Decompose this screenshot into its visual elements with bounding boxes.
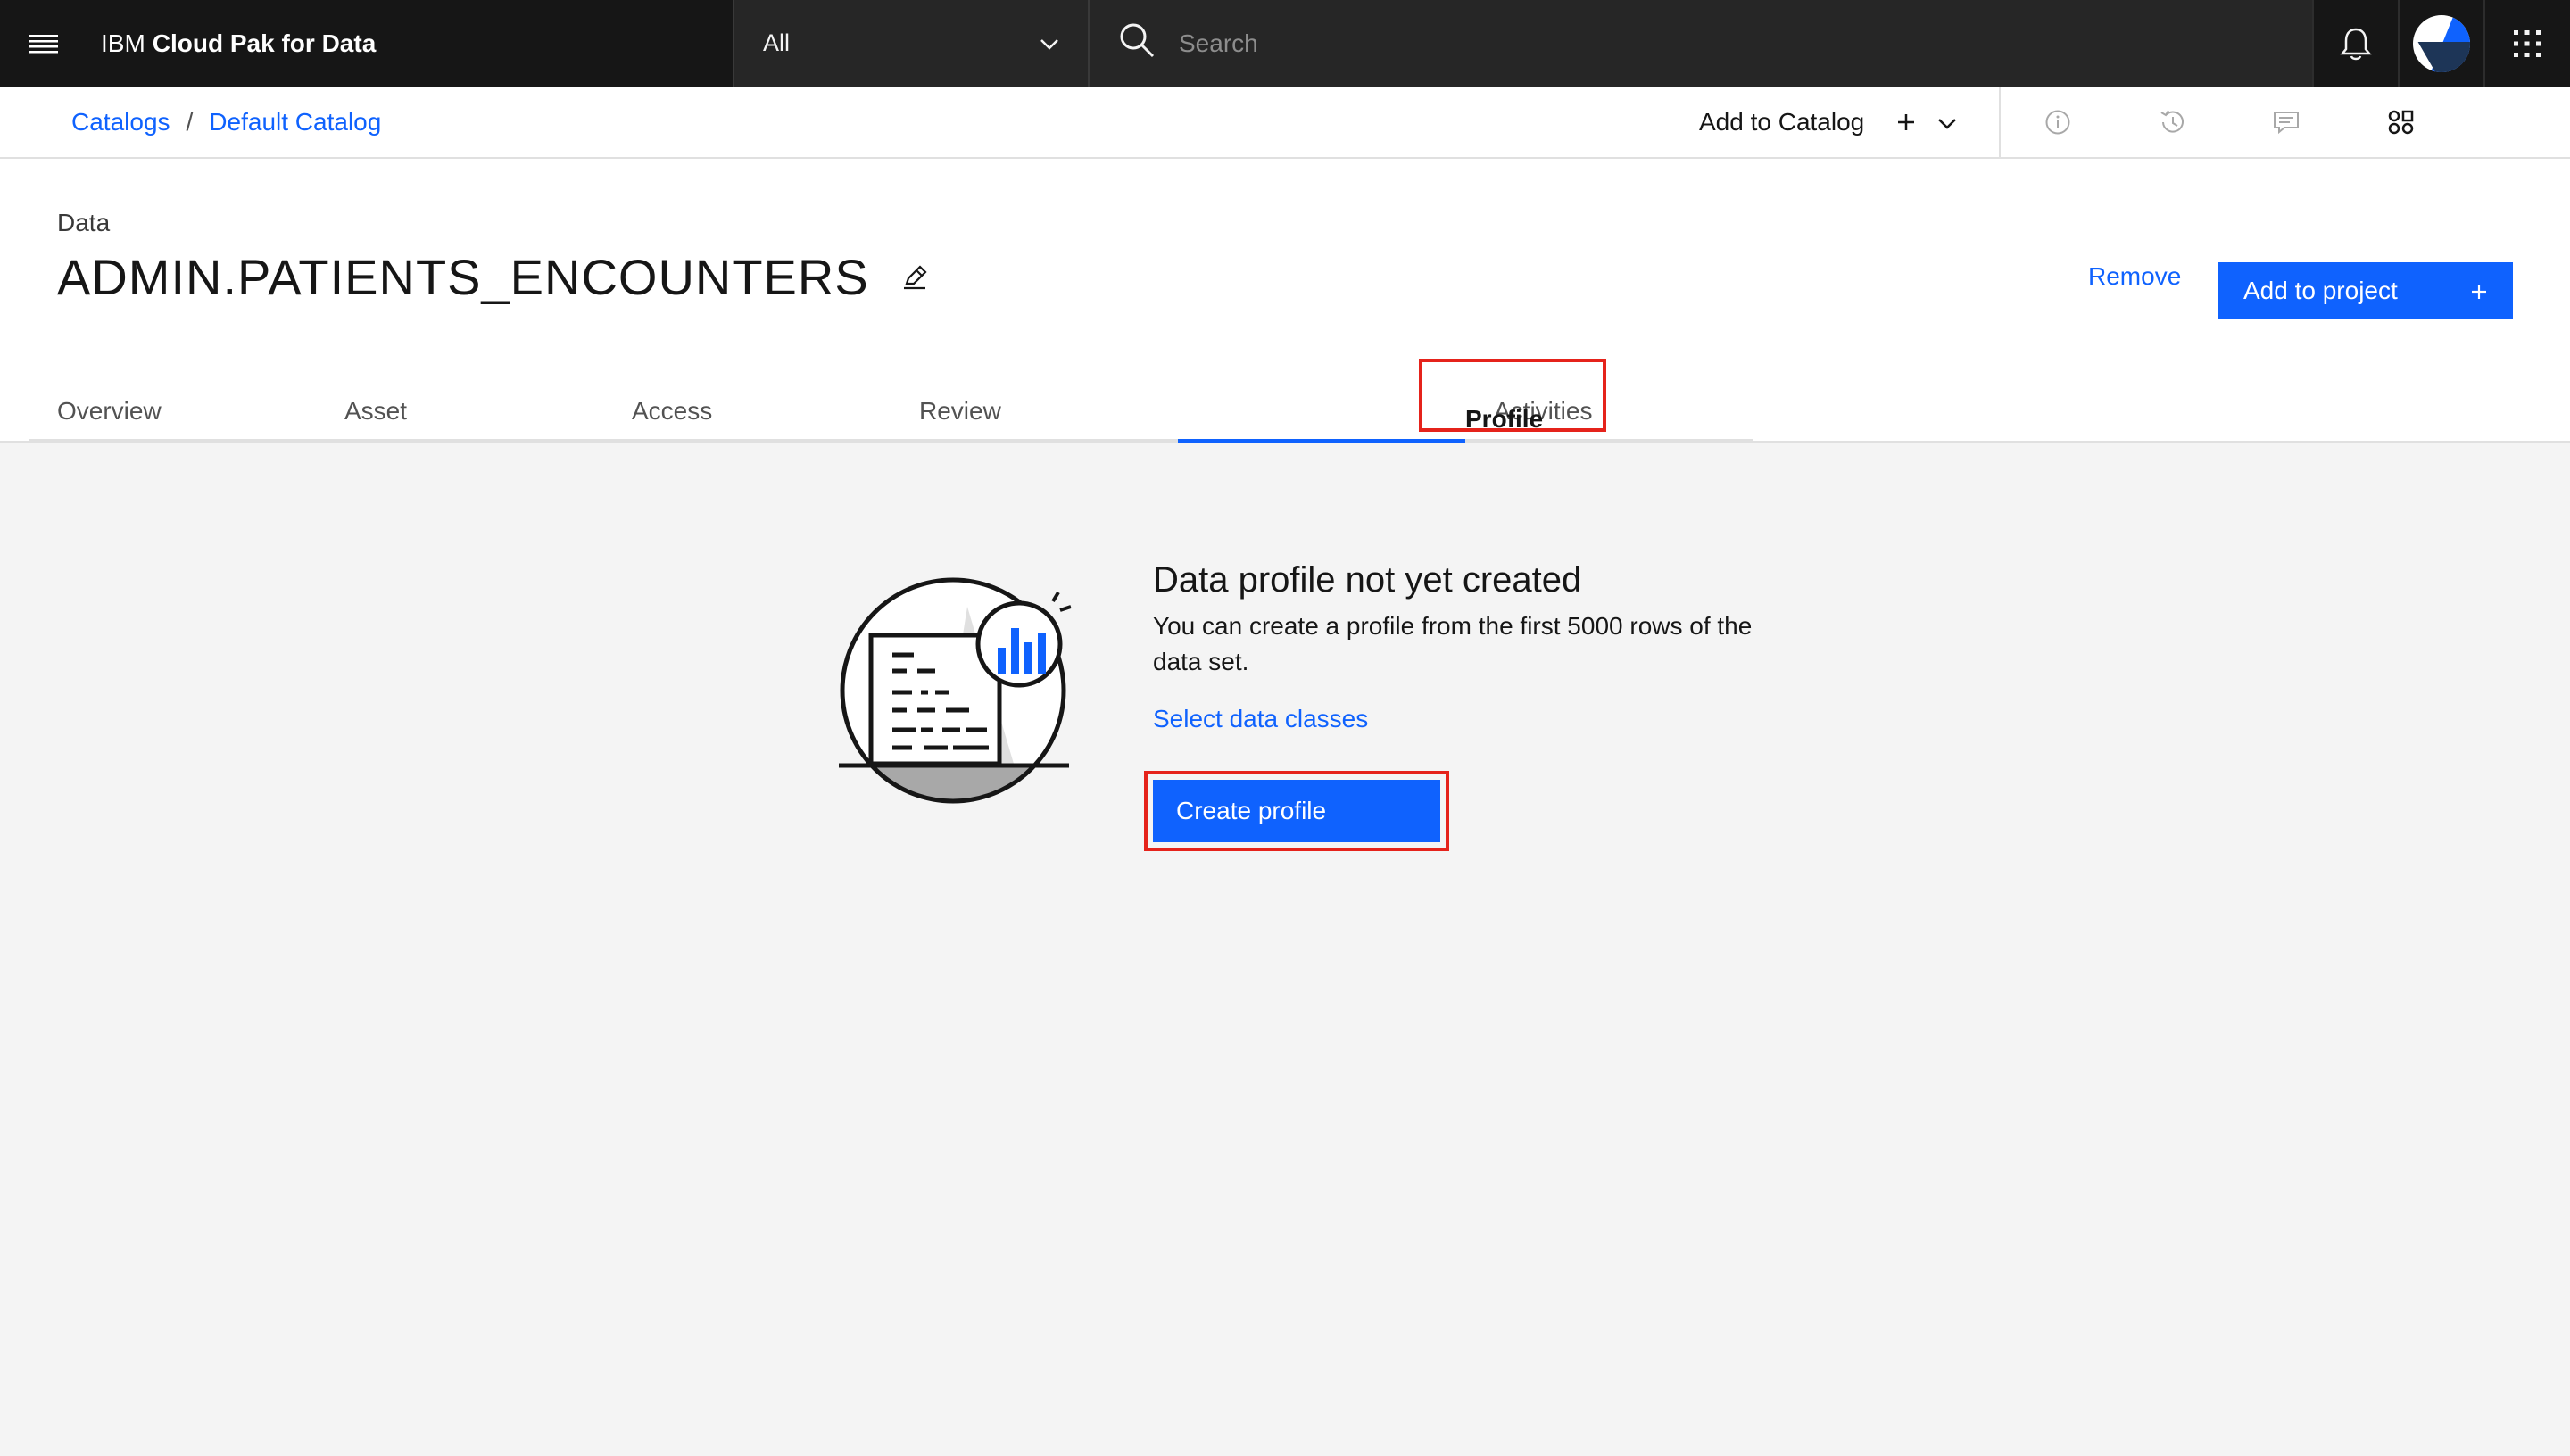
history-icon[interactable] — [2151, 101, 2193, 144]
brand-name: Cloud Pak for Data — [152, 29, 377, 57]
comment-icon[interactable] — [2265, 101, 2308, 144]
search-scope-dropdown[interactable]: All — [733, 0, 1090, 87]
select-data-classes-link[interactable]: Select data classes — [1153, 705, 1368, 733]
add-to-catalog-label: Add to Catalog — [1699, 108, 1865, 136]
tab-label: Asset — [344, 397, 408, 425]
create-profile-button[interactable]: Create profile — [1153, 780, 1440, 842]
empty-state-title: Data profile not yet created — [1153, 560, 1582, 600]
chevron-down-icon — [1937, 108, 1957, 136]
search-scope-value: All — [763, 29, 791, 56]
page-title: ADMIN.PATIENTS_ENCOUNTERS — [57, 248, 928, 306]
add-to-project-button[interactable]: Add to project — [2218, 262, 2513, 319]
add-icon — [2470, 275, 2488, 308]
avatar — [2413, 14, 2470, 72]
manage-icon[interactable] — [2379, 101, 2422, 144]
breadcrumb-separator: / — [186, 108, 194, 136]
empty-state-description: You can create a profile from the first … — [1153, 612, 1753, 675]
breadcrumb-item-default-catalog[interactable]: Default Catalog — [209, 108, 381, 136]
create-profile-label: Create profile — [1176, 797, 1327, 824]
tab-label: Access — [632, 397, 713, 425]
remove-button[interactable]: Remove — [2088, 262, 2181, 291]
asset-title-text: ADMIN.PATIENTS_ENCOUNTERS — [57, 249, 869, 305]
divider — [1999, 87, 2001, 158]
tab-label: Overview — [57, 397, 162, 425]
tab-review[interactable]: Review — [891, 387, 1178, 443]
sub-header: Catalogs / Default Catalog Add to Catalo… — [0, 87, 2570, 159]
search-icon — [1118, 21, 1156, 65]
asset-header: Data ADMIN.PATIENTS_ENCOUNTERS Remove Ad… — [0, 159, 2570, 443]
tab-asset[interactable]: Asset — [316, 387, 603, 443]
search-input[interactable]: Search — [1179, 29, 1258, 58]
breadcrumb-item-catalogs[interactable]: Catalogs — [71, 108, 170, 136]
edit-icon[interactable] — [901, 264, 928, 291]
asset-tabs: Overview Asset Access Review Profile Act… — [29, 359, 1753, 443]
tab-label: Review — [919, 397, 1001, 425]
breadcrumb: Catalogs / Default Catalog — [71, 87, 381, 158]
menu-icon[interactable] — [0, 0, 87, 87]
chevron-down-icon — [1040, 29, 1059, 57]
global-search[interactable]: Search — [1090, 0, 2312, 87]
tab-access[interactable]: Access — [603, 387, 891, 443]
brand-prefix: IBM — [101, 29, 145, 57]
app-switcher-icon[interactable] — [2483, 0, 2569, 87]
user-avatar-button[interactable] — [2398, 0, 2483, 87]
empty-profile-illustration — [835, 571, 1078, 814]
asset-type-label: Data — [57, 209, 111, 236]
information-icon[interactable] — [2036, 101, 2079, 144]
tab-overview[interactable]: Overview — [29, 387, 316, 443]
header-actions — [2312, 0, 2569, 87]
add-icon — [1896, 105, 1916, 140]
top-navigation-bar: IBM Cloud Pak for Data All Search — [0, 0, 2570, 87]
tab-profile[interactable]: Profile — [1178, 359, 1606, 443]
highlight-box: Create profile — [1144, 771, 1449, 851]
add-to-project-label: Add to project — [2243, 277, 2398, 304]
tab-label: Profile — [1465, 405, 1544, 433]
add-to-catalog-button[interactable]: Add to Catalog — [1699, 87, 1957, 158]
product-name[interactable]: IBM Cloud Pak for Data — [87, 0, 733, 87]
notification-icon[interactable] — [2312, 0, 2398, 87]
